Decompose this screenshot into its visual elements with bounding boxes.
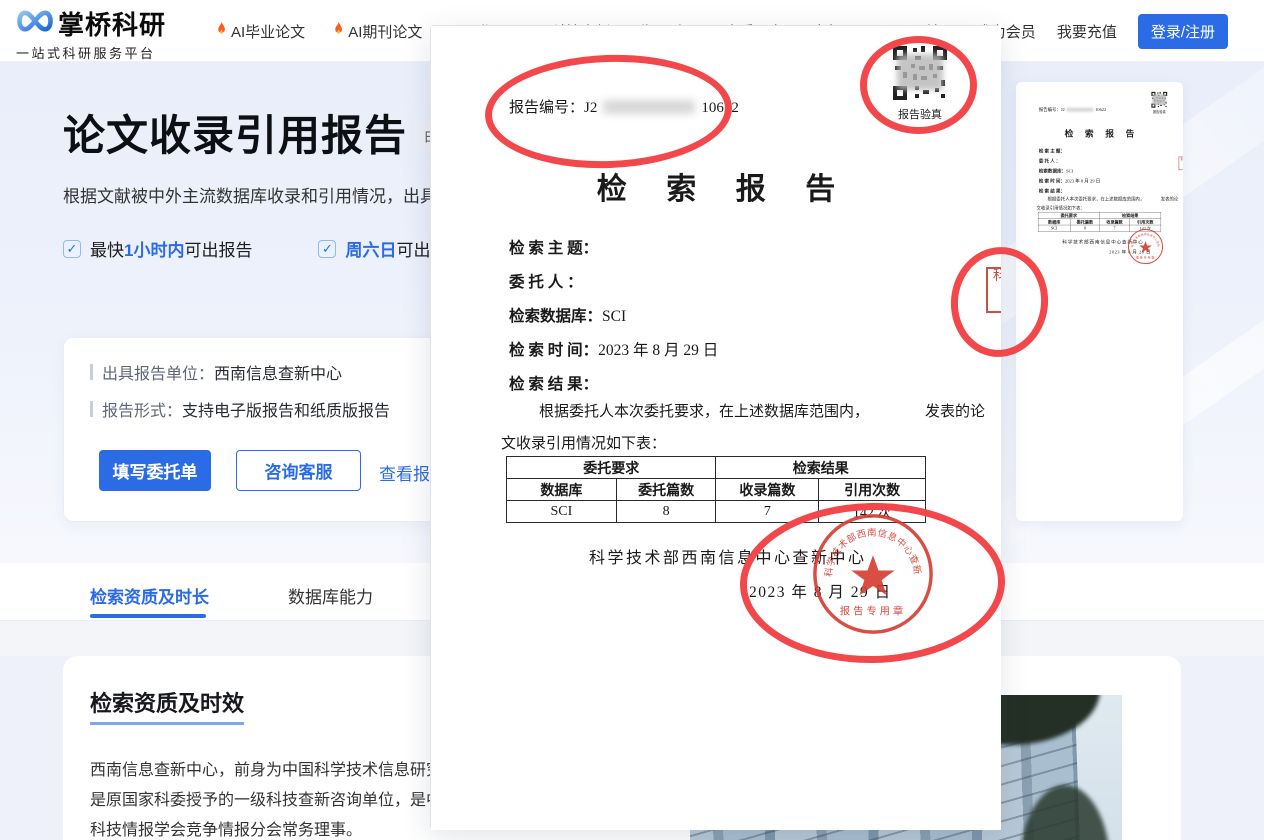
report-paragraph: 根据委托人本次委托要求，在上述数据库范围内，发表的论: [1039, 196, 1162, 202]
qr-blur-patch: [897, 54, 943, 90]
logo[interactable]: 掌桥科研 一站式科研服务平台: [14, 5, 204, 62]
qr-label: 报告验真: [1148, 109, 1171, 114]
nav-item-ai-thesis[interactable]: AI毕业论文: [215, 21, 305, 42]
qr-blur-patch: [1153, 94, 1166, 105]
report-document: 报告编号：J210622 报告验真 检 索 报 告 检: [1016, 86, 1183, 322]
report-number: 报告编号：J210622: [509, 96, 739, 117]
infinity-logo-icon: [14, 7, 56, 40]
official-stamp: 科学技术部西南信息中心查新中心 报告专用章: [1127, 228, 1165, 266]
divider: [90, 401, 93, 417]
report-title: 检 索 报 告: [431, 164, 1001, 208]
info-row-format: 报告形式： 支持电子版报告和纸质版报告: [90, 397, 390, 421]
divider: [90, 364, 93, 380]
feature-checks: ✓ 最快1小时内可出报告 ✓ 周六日可出报告: [63, 236, 464, 261]
report-thumbnail-card[interactable]: 报告编号：J210622 报告验真 检 索 报 告 检: [1016, 82, 1183, 521]
svg-text:报告专用章: 报告专用章: [1136, 254, 1155, 259]
check-icon: ✓: [318, 240, 336, 258]
active-tab-underline: [90, 614, 206, 618]
report-paragraph: 文收录引用情况如下表：: [1037, 205, 1085, 211]
report-fields: 检 索 主 题： 委 托 人 ： 检索数据库：SCI 检 索 时 间：2023 …: [509, 236, 718, 406]
svg-text:科学技术部西南信息中心查新中心: 科学技术部西南信息中心查新中心: [809, 510, 923, 577]
section-heading: 检索资质及时效: [90, 686, 244, 725]
report-paragraph: 根据委托人本次委托要求，在上述数据库范围内，发表的论: [509, 400, 929, 421]
logo-title: 掌桥科研: [58, 5, 166, 42]
contact-support-button[interactable]: 咨询客服: [236, 450, 361, 491]
report-preview-modal: 报告编号：J210622 报告验真 检 索 报 告 检: [430, 25, 1000, 829]
login-register-button[interactable]: 登录/注册: [1138, 14, 1228, 49]
tab-qualification[interactable]: 检索资质及时长: [90, 583, 209, 608]
section-paragraph-line: 科技情报学会竞争情报分会常务理事。: [90, 816, 362, 840]
info-label: 报告形式：: [102, 397, 182, 421]
check-item-fast: ✓ 最快1小时内可出报告: [63, 236, 252, 261]
qr-code-icon: [891, 44, 949, 102]
info-row-issuer: 出具报告单位： 西南信息查新中心: [90, 360, 342, 384]
nav-item-ai-journal[interactable]: AI期刊论文: [332, 21, 422, 42]
qr-code-icon: [1151, 91, 1168, 108]
info-value: 支持电子版报告和纸质版报告: [182, 397, 390, 421]
tab-database-capability[interactable]: 数据库能力: [288, 583, 373, 608]
svg-text:报告专用章: 报告专用章: [840, 604, 906, 617]
edge-seal-stamp: 科: [986, 267, 1001, 313]
svg-text:科学技术部西南信息中心查新中心: 科学技术部西南信息中心查新中心: [1127, 228, 1161, 248]
official-stamp: 科学技术部西南信息中心查新中心 报告专用章: [809, 510, 937, 638]
edge-seal-stamp: 科: [1179, 157, 1183, 170]
fill-order-button[interactable]: 填写委托单: [99, 450, 211, 491]
qr-label: 报告验真: [880, 106, 960, 122]
page-subtitle: 根据文献被中外主流数据库收录和引用情况，出具证: [63, 182, 454, 207]
nav-label: AI毕业论文: [231, 21, 305, 42]
logo-tagline: 一站式科研服务平台: [16, 43, 204, 62]
nav-label: AI期刊论文: [348, 21, 422, 42]
report-title: 检 索 报 告: [1016, 126, 1183, 139]
report-number: 报告编号：J210622: [1039, 107, 1106, 113]
flame-icon: [215, 21, 228, 41]
link-recharge[interactable]: 我要充值: [1057, 21, 1117, 42]
info-label: 出具报告单位：: [102, 360, 214, 384]
redacted-blur: [603, 100, 695, 114]
report-fields: 检 索 主 题： 委 托 人 ： 检索数据库：SCI 检 索 时 间：2023 …: [1039, 148, 1100, 198]
page-title: 论文收录引用报告: [63, 102, 407, 163]
redacted-blur: [1067, 108, 1094, 112]
report-document: 报告编号：J210622 报告验真 检 索 报 告 检: [431, 26, 1001, 830]
info-value: 西南信息查新中心: [214, 360, 342, 384]
report-paragraph: 文收录引用情况如下表：: [501, 432, 666, 453]
flame-icon: [332, 21, 345, 41]
report-thumbnail-doc: 报告编号：J210622 报告验真 检 索 报 告 检: [1016, 86, 1183, 322]
check-icon: ✓: [63, 240, 81, 258]
